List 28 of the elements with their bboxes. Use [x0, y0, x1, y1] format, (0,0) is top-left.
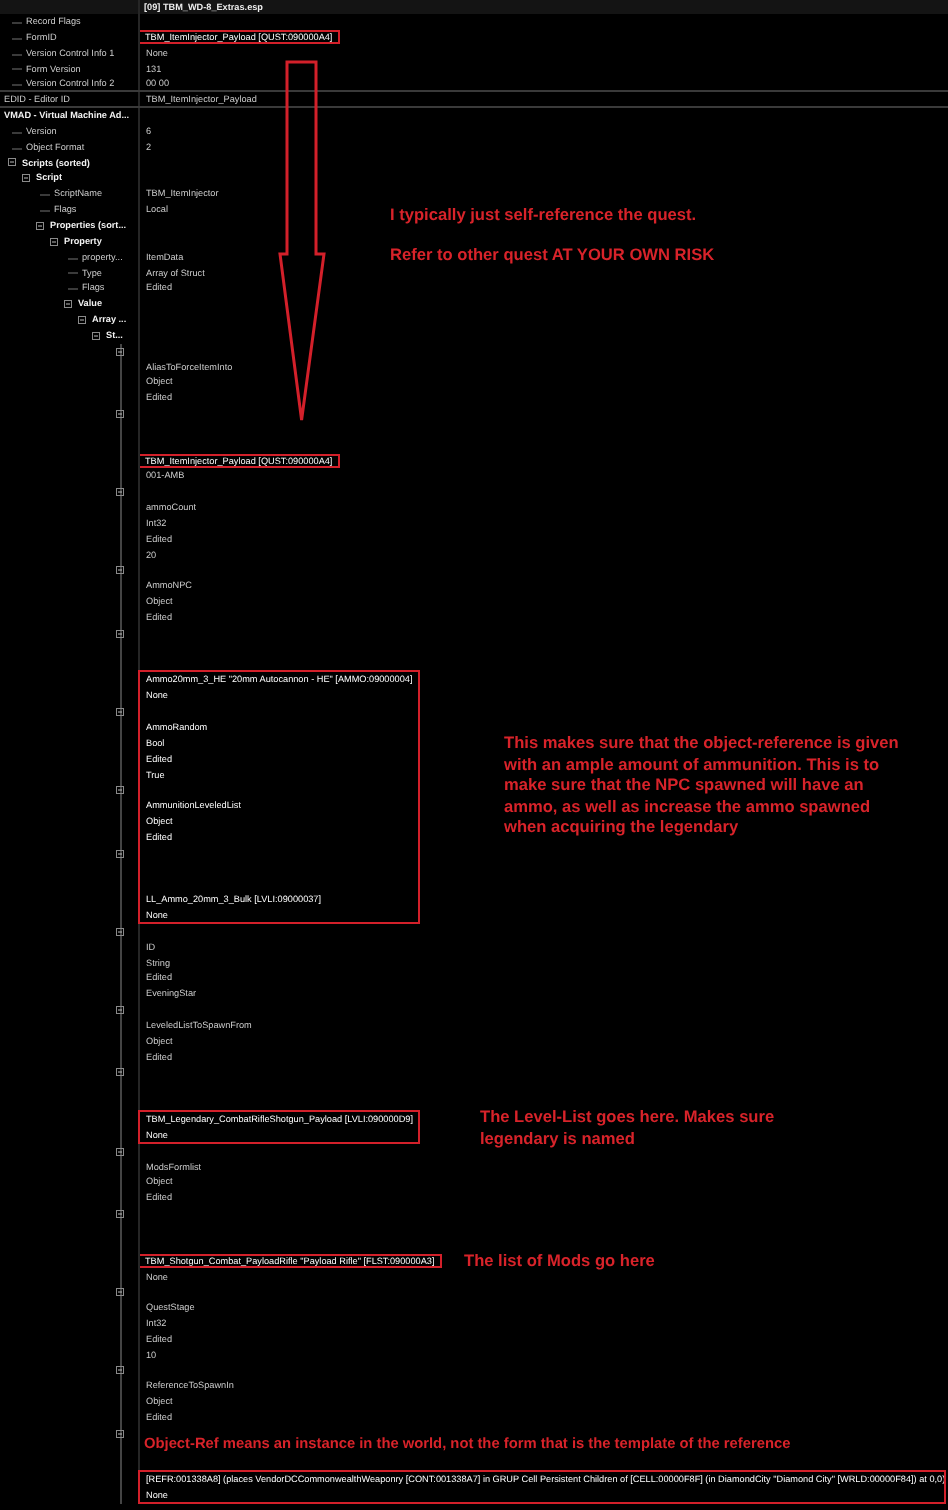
collapse-icon[interactable]: [116, 1429, 124, 1438]
collapse-icon[interactable]: [116, 488, 124, 497]
collapse-icon[interactable]: [116, 927, 124, 936]
annotation-note: The Level-List goes here. Makes sure legendary is named: [480, 1106, 777, 1149]
collapse-icon[interactable]: [36, 221, 44, 230]
annotation-note: I typically just self-reference the quest.: [390, 204, 699, 226]
annotation-note: The list of Mods go here: [464, 1250, 657, 1272]
collapse-icon[interactable]: [22, 174, 30, 183]
collapse-icon[interactable]: [116, 1210, 124, 1219]
collapse-icon[interactable]: [64, 300, 72, 309]
collapse-icon[interactable]: [116, 409, 124, 418]
collapse-icon[interactable]: [116, 347, 124, 356]
collapse-icon[interactable]: [92, 331, 100, 340]
annotation-note: This makes sure that the object-reference is given with an ample amount of ammunition. This is to make sure that the NPC spawned will have an ammo, as well as increase the ammo spawned when acquiring the legendary: [504, 732, 901, 838]
collapse-icon[interactable]: [78, 315, 86, 324]
collapse-icon[interactable]: [116, 566, 124, 575]
collapse-icon[interactable]: [8, 158, 16, 167]
annotation-note: Refer to other quest AT YOUR OWN RISK: [390, 244, 717, 266]
collapse-icon[interactable]: [116, 849, 124, 858]
collapse-icon[interactable]: [116, 629, 124, 638]
collapse-icon[interactable]: [116, 1068, 124, 1077]
collapse-icon[interactable]: [116, 786, 124, 795]
collapse-icon[interactable]: [116, 1366, 124, 1375]
collapse-icon[interactable]: [116, 1288, 124, 1297]
collapse-icon[interactable]: [50, 237, 58, 246]
collapse-icon[interactable]: [116, 708, 124, 717]
collapse-icon[interactable]: [116, 1147, 124, 1156]
collapse-icon[interactable]: [116, 1006, 124, 1015]
